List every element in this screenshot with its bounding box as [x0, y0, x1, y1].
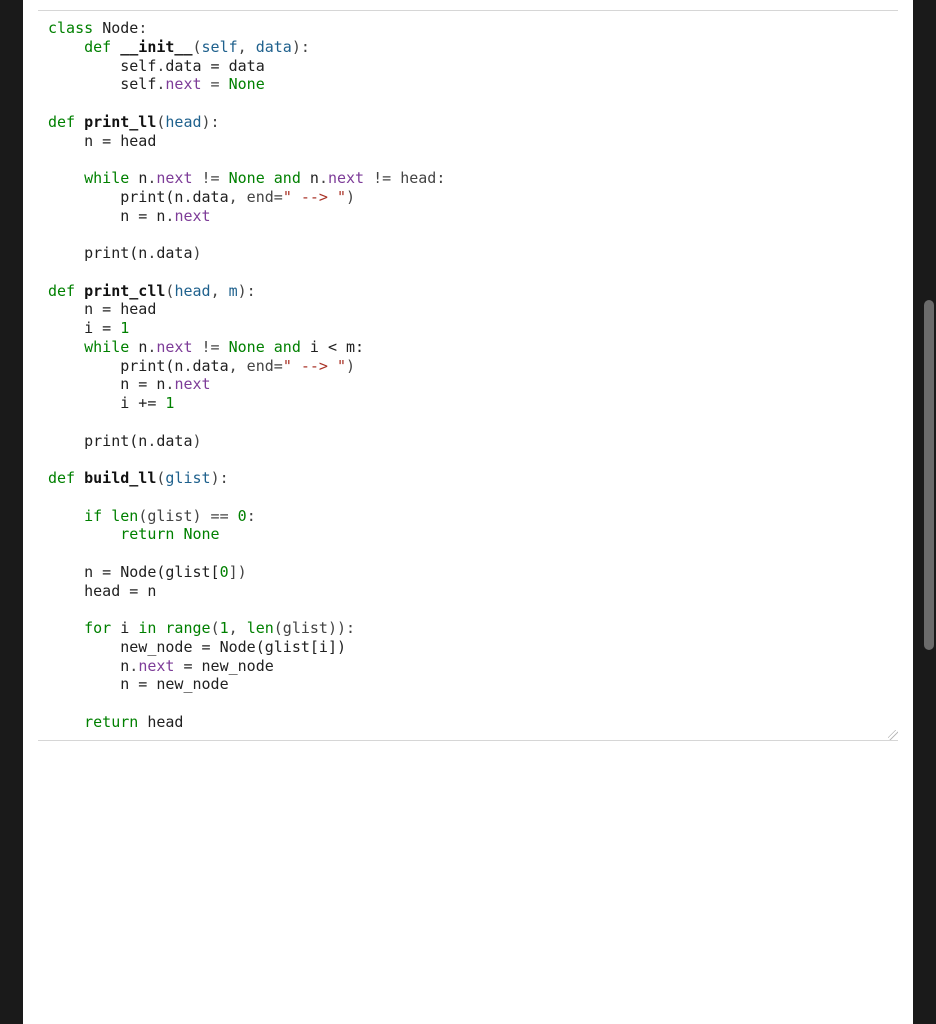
- page-background: class Node: def __init__(self, data): se…: [23, 0, 913, 1024]
- scrollbar[interactable]: [924, 0, 934, 1024]
- viewport: class Node: def __init__(self, data): se…: [0, 0, 936, 1024]
- scrollbar-thumb[interactable]: [924, 300, 934, 650]
- code-block[interactable]: class Node: def __init__(self, data): se…: [38, 10, 898, 741]
- code-text: class Node: def __init__(self, data): se…: [48, 19, 898, 732]
